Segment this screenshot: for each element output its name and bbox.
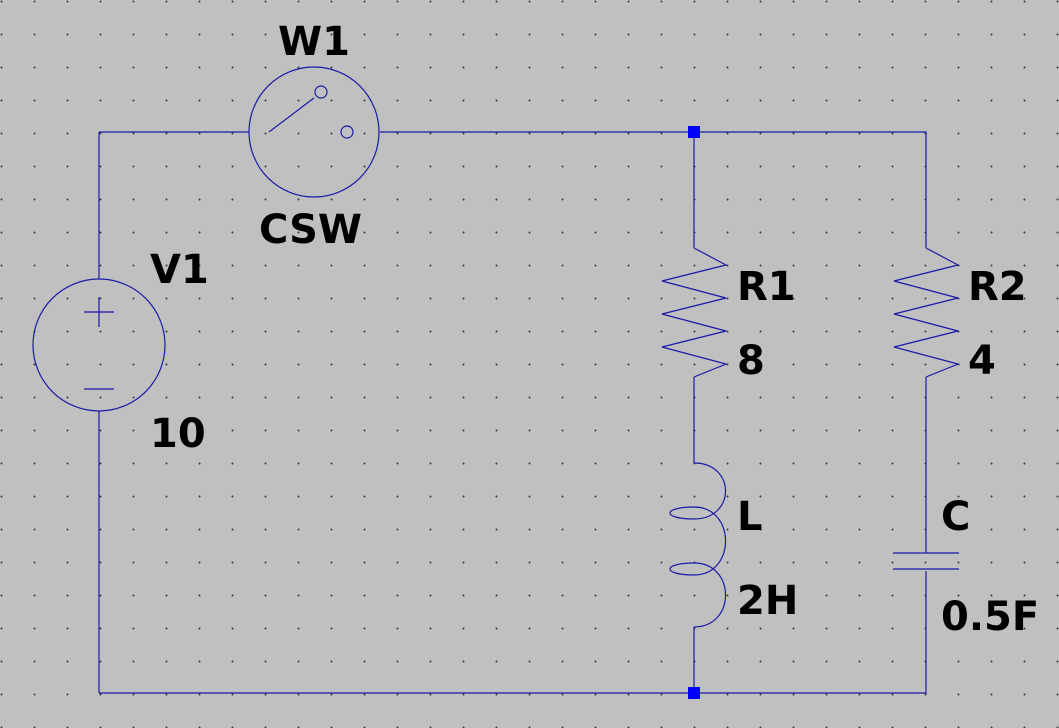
junction-node-top[interactable] <box>688 126 700 138</box>
junction-node-bottom[interactable] <box>688 687 700 699</box>
wires <box>98 131 927 694</box>
inductor-l[interactable] <box>669 462 727 628</box>
capacitor-value-label: 0.5F <box>941 594 1040 640</box>
r1-value-label: 8 <box>737 338 765 384</box>
r2-name-label: R2 <box>968 264 1027 310</box>
capacitor-name-label: C <box>941 494 971 540</box>
resistor-r1[interactable] <box>661 247 728 378</box>
source-name-label: V1 <box>150 247 209 293</box>
inductor-value-label: 2H <box>737 578 799 624</box>
source-value-label: 10 <box>150 411 206 457</box>
r2-value-label: 4 <box>968 338 996 384</box>
switch-model-label: CSW <box>259 207 363 253</box>
capacitor-c[interactable] <box>893 551 959 570</box>
switch-name-label: W1 <box>278 19 350 65</box>
r1-name-label: R1 <box>737 264 796 310</box>
inductor-name-label: L <box>737 494 763 540</box>
switch-w1[interactable] <box>248 66 380 198</box>
wire-top-right[interactable] <box>380 131 927 248</box>
voltage-source-v1[interactable] <box>32 278 166 412</box>
wire-bottom[interactable] <box>99 571 927 694</box>
resistor-r2[interactable] <box>893 247 960 378</box>
schematic-canvas <box>32 66 960 699</box>
